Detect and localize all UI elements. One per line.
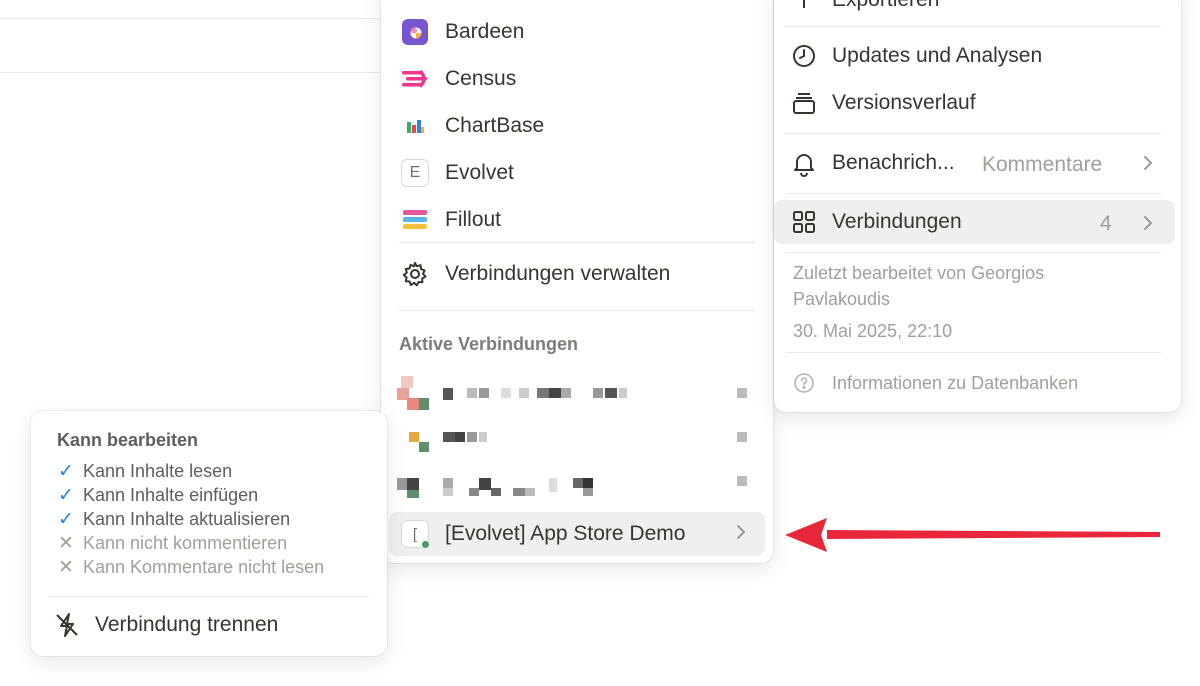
notifications-item[interactable]: Benachrich... <box>774 141 1181 185</box>
menu-divider <box>786 193 1161 194</box>
status-dot-icon <box>421 540 430 549</box>
background-divider <box>0 72 380 73</box>
connections-label: Verbindungen <box>832 210 962 233</box>
integration-item-chartbase[interactable]: ChartBase <box>389 106 765 146</box>
notifications-label: Benachrich... <box>832 151 955 174</box>
integration-item-bardeen[interactable]: Bardeen <box>389 12 765 52</box>
integration-label: Fillout <box>445 208 502 231</box>
disconnect-label: Verbindung trennen <box>95 613 279 636</box>
menu-divider <box>399 242 755 243</box>
menu-divider <box>786 252 1161 253</box>
permission-label: Kann Kommentare nicht lesen <box>83 557 325 577</box>
connections-item[interactable]: Verbindungen <box>774 200 1175 244</box>
menu-divider <box>786 352 1161 353</box>
menu-divider <box>786 26 1161 27</box>
evolvet-connection-icon: [ <box>401 520 430 549</box>
permission-label: Kann Inhalte lesen <box>83 461 233 481</box>
connections-count: 4 <box>1100 212 1112 235</box>
menu-divider <box>786 133 1161 134</box>
active-connection-evolvet-app-store-demo[interactable]: [ [Evolvet] App Store Demo <box>389 512 765 556</box>
integration-label: ChartBase <box>445 114 545 137</box>
version-history-label: Versionsverlauf <box>832 91 976 114</box>
checkmark-icon: ✓ <box>58 485 74 506</box>
version-history-icon <box>790 89 818 117</box>
last-edited-by-line1: Zuletzt bearbeitet von Georgios <box>793 263 1045 283</box>
gear-icon <box>401 260 429 288</box>
active-connection-redacted[interactable] <box>397 454 757 500</box>
connections-menu: Bardeen Census ChartBase E Evolvet Fillo… <box>381 0 773 563</box>
census-logo-icon <box>401 65 429 93</box>
chartbase-logo-icon <box>401 112 429 140</box>
chevron-right-icon <box>735 521 747 547</box>
bardeen-logo-icon <box>401 18 429 46</box>
permission-label: Kann Inhalte aktualisieren <box>83 509 291 529</box>
permission-item: ✓ Kann Inhalte einfügen <box>55 484 258 507</box>
integration-label: Census <box>445 67 517 90</box>
permission-label: Kann nicht kommentieren <box>83 533 288 553</box>
database-info-item[interactable]: Informationen zu Datenbanken <box>774 361 1181 405</box>
permission-item: ✓ Kann Inhalte aktualisieren <box>55 508 290 531</box>
evolvet-logo-icon: E <box>401 159 429 187</box>
export-label: Exportieren <box>832 0 939 12</box>
updates-analytics-label: Updates und Analysen <box>832 44 1043 67</box>
cross-icon: ✕ <box>58 557 74 578</box>
evolvet-logo-letter: E <box>409 164 421 181</box>
active-connection-label: [Evolvet] App Store Demo <box>445 522 686 545</box>
notifications-value: Kommentare <box>982 153 1103 176</box>
checkmark-icon: ✓ <box>58 461 74 482</box>
export-icon <box>790 0 818 14</box>
chevron-right-icon <box>1142 214 1154 237</box>
background-divider <box>0 18 380 19</box>
fillout-logo-icon <box>401 206 429 234</box>
permission-item: ✕ Kann Kommentare nicht lesen <box>55 556 324 579</box>
disconnect-plug-icon <box>53 611 81 639</box>
last-edited-date: 30. Mai 2025, 22:10 <box>793 321 953 341</box>
disconnect-button[interactable]: Verbindung trennen <box>53 611 278 639</box>
integration-item-census[interactable]: Census <box>389 59 765 99</box>
menu-divider <box>399 310 755 311</box>
updates-analytics-item[interactable]: Updates und Analysen <box>774 34 1181 78</box>
grid-icon <box>790 208 818 236</box>
cross-icon: ✕ <box>58 533 74 554</box>
permission-label: Kann Inhalte einfügen <box>83 485 259 505</box>
version-history-item[interactable]: Versionsverlauf <box>774 81 1181 125</box>
manage-connections-label: Verbindungen verwalten <box>445 262 671 285</box>
export-item[interactable]: Exportieren <box>774 0 1181 22</box>
page: Bardeen Census ChartBase E Evolvet Fillo… <box>0 0 1200 686</box>
database-info-label: Informationen zu Datenbanken <box>832 372 1079 393</box>
menu-divider <box>49 596 369 597</box>
clock-icon <box>790 42 818 70</box>
permissions-title: Kann bearbeiten <box>57 430 199 450</box>
integration-label: Bardeen <box>445 20 525 43</box>
integration-label: Evolvet <box>445 161 514 184</box>
permission-item: ✕ Kann nicht kommentieren <box>55 532 287 555</box>
connection-icon-letter: [ <box>412 525 418 543</box>
manage-connections-item[interactable]: Verbindungen verwalten <box>389 254 765 294</box>
chevron-right-icon <box>1142 154 1154 177</box>
bell-icon <box>790 149 818 177</box>
permission-item: ✓ Kann Inhalte lesen <box>55 460 232 483</box>
help-circle-icon <box>790 369 818 397</box>
active-connections-heading: Aktive Verbindungen <box>399 334 579 354</box>
last-edited-by-line2: Pavlakoudis <box>793 289 891 309</box>
checkmark-icon: ✓ <box>58 509 74 530</box>
connection-permissions-popup: Kann bearbeiten ✓ Kann Inhalte lesen ✓ K… <box>31 411 387 656</box>
active-connection-redacted[interactable] <box>397 370 757 416</box>
annotation-arrow <box>785 518 1160 552</box>
integration-item-evolvet[interactable]: E Evolvet <box>389 153 765 193</box>
page-settings-menu: Exportieren Updates und Analysen Version… <box>774 0 1181 412</box>
integration-item-fillout[interactable]: Fillout <box>389 200 765 240</box>
